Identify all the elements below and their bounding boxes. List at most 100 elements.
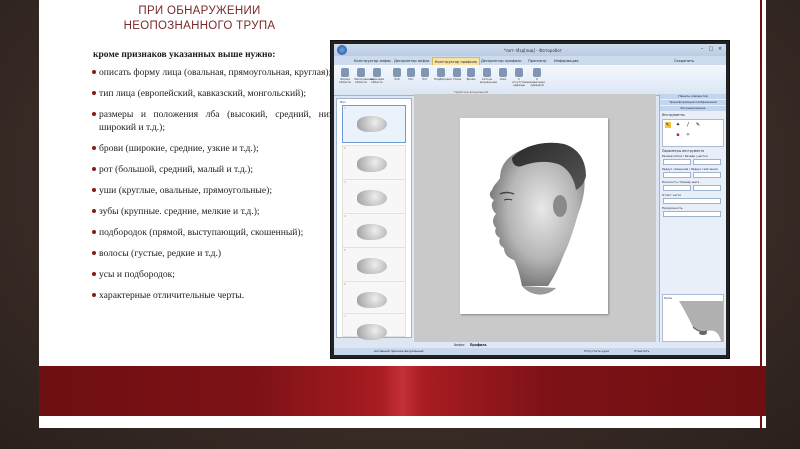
minimize-icon[interactable]: – bbox=[698, 46, 706, 53]
side-tab-retouch[interactable]: Ретуширование bbox=[660, 106, 726, 111]
ribbon-button[interactable]: Запорленные области bbox=[354, 68, 374, 84]
ribbon-button[interactable]: Глаза bbox=[450, 68, 464, 81]
app-screenshot-frame: *лит- Изд[лид] - Фоторобот – □ × Констру… bbox=[330, 40, 730, 359]
density-field[interactable] bbox=[663, 185, 691, 191]
nose-thumbnail bbox=[357, 190, 387, 206]
side-tab-elements[interactable]: Панель элементов bbox=[660, 94, 726, 99]
soften-radius-field[interactable] bbox=[693, 172, 721, 178]
tab-bottom-front[interactable]: Анфас bbox=[454, 343, 465, 347]
ribbon-button[interactable]: Брови bbox=[464, 68, 478, 81]
bullet-item: описать форму лица (овальная, прямоуголь… bbox=[92, 66, 350, 79]
eye-icon bbox=[453, 68, 461, 77]
clothes-icon bbox=[533, 68, 541, 77]
list-item[interactable]: 1 bbox=[342, 105, 406, 143]
bullet-item: подбородок (прямой, выступающий, скошенн… bbox=[92, 226, 350, 239]
title-line-2: НЕОПОЗНАННОГО ТРУПА bbox=[123, 20, 276, 32]
decorative-red-band bbox=[39, 366, 766, 416]
nose-thumbnail bbox=[357, 258, 387, 274]
wand-tool-icon[interactable]: ✦ bbox=[675, 122, 681, 128]
side-tab-transform[interactable]: Трансформация изображения bbox=[660, 100, 726, 105]
status-left: Активный признак визуальный bbox=[374, 349, 424, 353]
step-size-field[interactable] bbox=[693, 185, 721, 191]
list-item[interactable]: 5 bbox=[342, 247, 406, 285]
tab-profile-descriptor[interactable]: Дескриптор профиль bbox=[479, 57, 524, 65]
forehead-icon bbox=[393, 68, 401, 77]
bullet-item: волосы (густые, редкие и т.д.) bbox=[92, 247, 350, 260]
tools-label: Инструменты bbox=[662, 113, 685, 117]
list-item[interactable]: 7 bbox=[342, 313, 406, 340]
ribbon-button[interactable]: Нос bbox=[404, 68, 418, 81]
opacity-slider[interactable] bbox=[663, 211, 721, 217]
grid-icon bbox=[483, 68, 491, 77]
tab-front-descriptor[interactable]: Дескриптор анфас bbox=[392, 57, 432, 65]
close-icon[interactable]: × bbox=[716, 46, 724, 53]
list-item[interactable]: 2 bbox=[342, 145, 406, 183]
magnifier-preview: Лупа bbox=[662, 294, 724, 342]
list-item[interactable]: 3 bbox=[342, 179, 406, 217]
nose-thumbnail bbox=[357, 116, 387, 132]
bullet-item: рот (большой, средний, малый и т.д.); bbox=[92, 163, 350, 176]
bullet-item: зубы (крупные. средние, мелкие и т.д.); bbox=[92, 205, 350, 218]
save-link[interactable]: Сохранить bbox=[672, 57, 696, 65]
ribbon-button[interactable]: С надетыми одеждой bbox=[530, 68, 545, 88]
ribbon-button[interactable]: Оже bbox=[496, 68, 510, 81]
ribbon-button[interactable]: Рот bbox=[418, 68, 432, 81]
properties-side-panel: Панель элементов Трансформация изображен… bbox=[659, 94, 726, 342]
bullet-item: брови (широкие, средние, узкие и т.д.); bbox=[92, 142, 350, 155]
bullet-item: усы и подбородок; bbox=[92, 268, 350, 281]
ribbon-button[interactable]: Черновая область bbox=[370, 68, 384, 84]
facial-composite-app: *лит- Изд[лид] - Фоторобот – □ × Констру… bbox=[334, 44, 726, 355]
maximize-icon[interactable]: □ bbox=[707, 46, 715, 53]
mode-select[interactable] bbox=[663, 198, 721, 204]
area-size-field[interactable] bbox=[693, 159, 721, 165]
slide-title: ПРИ ОБНАРУЖЕНИИ НЕОПОЗНАННОГО ТРУПА bbox=[107, 4, 292, 34]
pointer-tool-icon[interactable]: ↖ bbox=[665, 122, 671, 128]
profile-head-portrait bbox=[489, 142, 586, 295]
tab-view[interactable]: Просмотр bbox=[526, 57, 548, 65]
ribbon-tabs: Конструктор анфас Дескриптор анфас Конст… bbox=[334, 56, 726, 66]
element-thumbnail-list[interactable]: Нос 1 2 3 4 5 6 7 bbox=[336, 98, 412, 340]
nose-closeup-image bbox=[679, 301, 723, 341]
ribbon-button[interactable]: Лоб bbox=[390, 68, 404, 81]
spot-size-field[interactable] bbox=[663, 159, 691, 165]
brush-tool-icon[interactable]: / bbox=[685, 122, 691, 128]
nose-icon bbox=[407, 68, 415, 77]
ribbon-button[interactable]: Сеточн визуальная bbox=[480, 68, 497, 84]
fill-icon bbox=[357, 68, 365, 77]
composite-canvas-area[interactable] bbox=[414, 94, 656, 342]
blend-radius-field[interactable] bbox=[663, 172, 691, 178]
shape-icon bbox=[341, 68, 349, 77]
bullet-item: характерные отличительные черты. bbox=[92, 289, 350, 302]
status-mark: Отметить bbox=[634, 349, 650, 353]
app-menu-orb-icon[interactable] bbox=[337, 45, 347, 55]
tools-palette: ↖ ✦ / ✎ ▪ ✧ bbox=[662, 119, 724, 147]
list-item[interactable]: 4 bbox=[342, 213, 406, 251]
window-title: *лит- Изд[лид] - Фоторобот bbox=[504, 48, 563, 53]
ribbon-button[interactable]: Подбородок bbox=[434, 68, 452, 81]
smudge-tool-icon[interactable]: ✧ bbox=[685, 132, 691, 138]
decorative-right-line bbox=[760, 0, 762, 428]
nose-thumbnail bbox=[357, 224, 387, 240]
ribbon-toolbar: Форма области Запорленные области Чернов… bbox=[334, 65, 726, 96]
title-line-1: ПРИ ОБНАРУЖЕНИИ bbox=[138, 5, 261, 17]
eraser-tool-icon[interactable]: ▪ bbox=[675, 132, 681, 138]
mouth-icon bbox=[421, 68, 429, 77]
pencil-tool-icon[interactable]: ✎ bbox=[695, 122, 701, 128]
status-release: Отпустить руки bbox=[584, 349, 610, 353]
lead-text: кроме признаков указанных выше нужно: bbox=[93, 50, 276, 60]
head-icon bbox=[515, 68, 523, 77]
tab-info[interactable]: Информация bbox=[552, 57, 580, 65]
app-titlebar: *лит- Изд[лид] - Фоторобот – □ × bbox=[334, 44, 726, 56]
nose-thumbnail bbox=[357, 324, 387, 340]
tab-bottom-profile[interactable]: Профиль bbox=[470, 343, 487, 347]
bullet-item: уши (круглые, овальные, прямоугольные); bbox=[92, 184, 350, 197]
nose-thumbnail bbox=[357, 156, 387, 172]
bullet-item: размеры и положения лба (высокий, средни… bbox=[92, 108, 350, 134]
ribbon-button[interactable]: С отсутствием одежды bbox=[512, 68, 531, 88]
ear-icon bbox=[499, 68, 507, 77]
tab-front-constructor[interactable]: Конструктор анфас bbox=[352, 57, 393, 65]
bullet-item: тип лица (европейский, кавказский, монго… bbox=[92, 87, 350, 100]
nose-thumbnail bbox=[357, 292, 387, 308]
ribbon-button[interactable]: Форма области bbox=[338, 68, 352, 84]
eyebrow-icon bbox=[467, 68, 475, 77]
